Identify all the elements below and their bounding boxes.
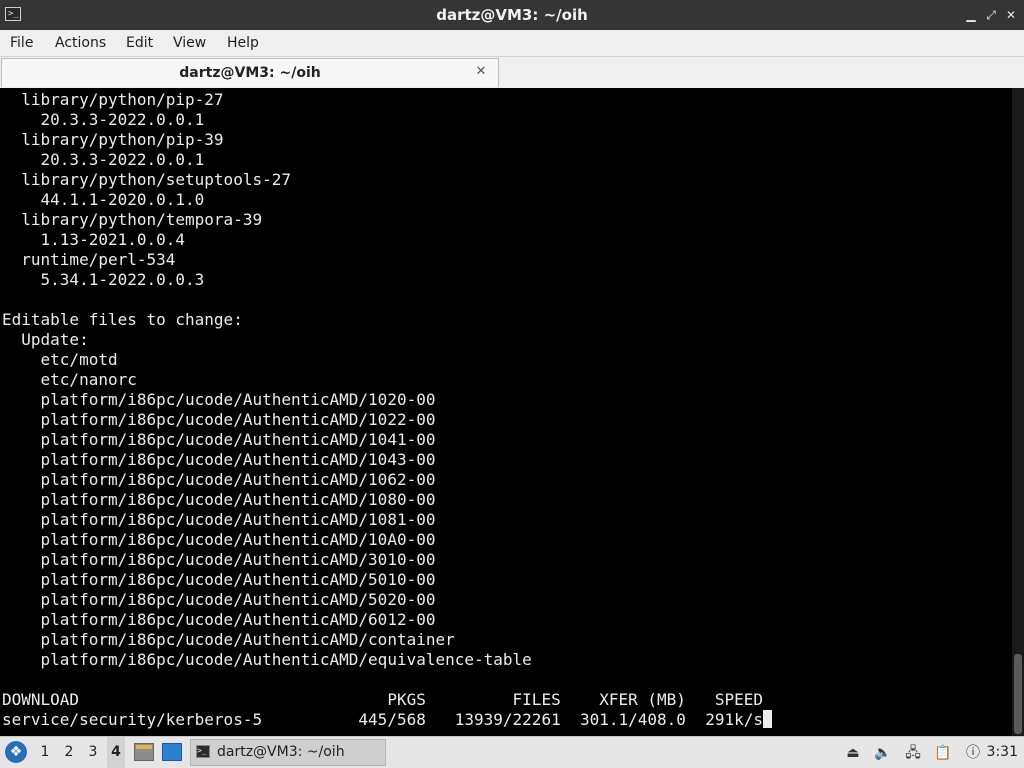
workspace-1[interactable]: 1 [36,737,54,768]
close-icon[interactable]: ✕ [1004,8,1018,22]
terminal-line: 20.3.3-2022.0.0.1 [2,150,205,169]
volume-icon[interactable]: 🔈 [874,744,892,762]
maximize-icon[interactable]: ⤢ [984,8,998,22]
menu-file[interactable]: File [10,30,33,56]
taskbar-terminal-button[interactable]: >_ dartz@VM3: ~/oih [190,739,386,766]
terminal-line: etc/motd [2,350,118,369]
menu-help[interactable]: Help [227,30,259,56]
terminal-line: platform/i86pc/ucode/AuthenticAMD/6012-0… [2,610,436,629]
file-manager-icon[interactable] [134,743,154,761]
window-title: dartz@VM3: ~/oih [436,6,588,24]
terminal-line: library/python/pip-39 [2,130,224,149]
tab-bar: dartz@VM3: ~/oih ✕ [0,57,1024,88]
terminal-line: runtime/perl-534 [2,250,176,269]
terminal-line: platform/i86pc/ucode/AuthenticAMD/1022-0… [2,410,436,429]
scrollbar-thumb[interactable] [1014,654,1022,734]
terminal-line: platform/i86pc/ucode/AuthenticAMD/1020-0… [2,390,436,409]
terminal-line: library/python/tempora-39 [2,210,263,229]
terminal-output[interactable]: library/python/pip-27 20.3.3-2022.0.0.1 … [0,88,1012,736]
tab-terminal[interactable]: dartz@VM3: ~/oih ✕ [1,58,499,87]
menu-bar: File Actions Edit View Help [0,30,1024,57]
show-desktop-icon[interactable] [162,743,182,761]
notification-icon[interactable]: ⓘ [964,744,982,762]
terminal-line: platform/i86pc/ucode/AuthenticAMD/5010-0… [2,570,436,589]
start-menu-icon[interactable]: ❖ [5,741,27,763]
terminal-line: platform/i86pc/ucode/AuthenticAMD/1041-0… [2,430,436,449]
terminal-line: 20.3.3-2022.0.0.1 [2,110,205,129]
terminal-scrollbar[interactable] [1012,88,1024,736]
terminal-line: etc/nanorc [2,370,137,389]
terminal-line: 1.13-2021.0.0.4 [2,230,186,249]
terminal-line: platform/i86pc/ucode/AuthenticAMD/1081-0… [2,510,436,529]
terminal-line: service/security/kerberos-5 445/568 1393… [2,710,772,730]
terminal-line: 5.34.1-2022.0.0.3 [2,270,205,289]
menu-actions[interactable]: Actions [55,30,106,56]
terminal-cursor [763,710,772,728]
terminal-line: platform/i86pc/ucode/AuthenticAMD/3010-0… [2,550,436,569]
terminal-line: platform/i86pc/ucode/AuthenticAMD/1080-0… [2,490,436,509]
tab-close-icon[interactable]: ✕ [474,65,488,79]
terminal-line: platform/i86pc/ucode/AuthenticAMD/contai… [2,630,455,649]
terminal-line: Editable files to change: [2,310,243,329]
terminal-line: Update: [2,330,89,349]
terminal-icon: >_ [196,745,210,758]
terminal-line: platform/i86pc/ucode/AuthenticAMD/5020-0… [2,590,436,609]
window-titlebar[interactable]: >_ dartz@VM3: ~/oih ▁ ⤢ ✕ [0,0,1024,30]
terminal-line: platform/i86pc/ucode/AuthenticAMD/1062-0… [2,470,436,489]
menu-edit[interactable]: Edit [126,30,153,56]
workspace-4[interactable]: 4 [107,737,125,768]
terminal-line: platform/i86pc/ucode/AuthenticAMD/10A0-0… [2,530,436,549]
terminal-line: 44.1.1-2020.0.1.0 [2,190,205,209]
task-label: dartz@VM3: ~/oih [217,744,345,760]
eject-icon[interactable]: ⏏ [844,744,862,762]
network-icon[interactable]: 🖧 [904,744,922,762]
tab-label: dartz@VM3: ~/oih [179,65,321,81]
menu-view[interactable]: View [173,30,206,56]
terminal-line: library/python/pip-27 [2,90,224,109]
workspace-2[interactable]: 2 [60,737,78,768]
terminal-line: library/python/setuptools-27 [2,170,291,189]
clipboard-icon[interactable]: 📋 [934,744,952,762]
terminal-line: platform/i86pc/ucode/AuthenticAMD/equiva… [2,650,532,669]
terminal-line: DOWNLOAD PKGS FILES XFER (MB) SPEED [2,690,763,709]
terminal-line: platform/i86pc/ucode/AuthenticAMD/1043-0… [2,450,436,469]
workspace-3[interactable]: 3 [84,737,102,768]
clock: 3:31 [986,744,1018,760]
taskbar: ❖ 1 2 3 4 >_ dartz@VM3: ~/oih ⏏ 🔈 🖧 📋 ⓘ … [0,736,1024,768]
minimize-icon[interactable]: ▁ [964,8,978,22]
terminal-text: library/python/pip-27 20.3.3-2022.0.0.1 … [2,90,772,730]
